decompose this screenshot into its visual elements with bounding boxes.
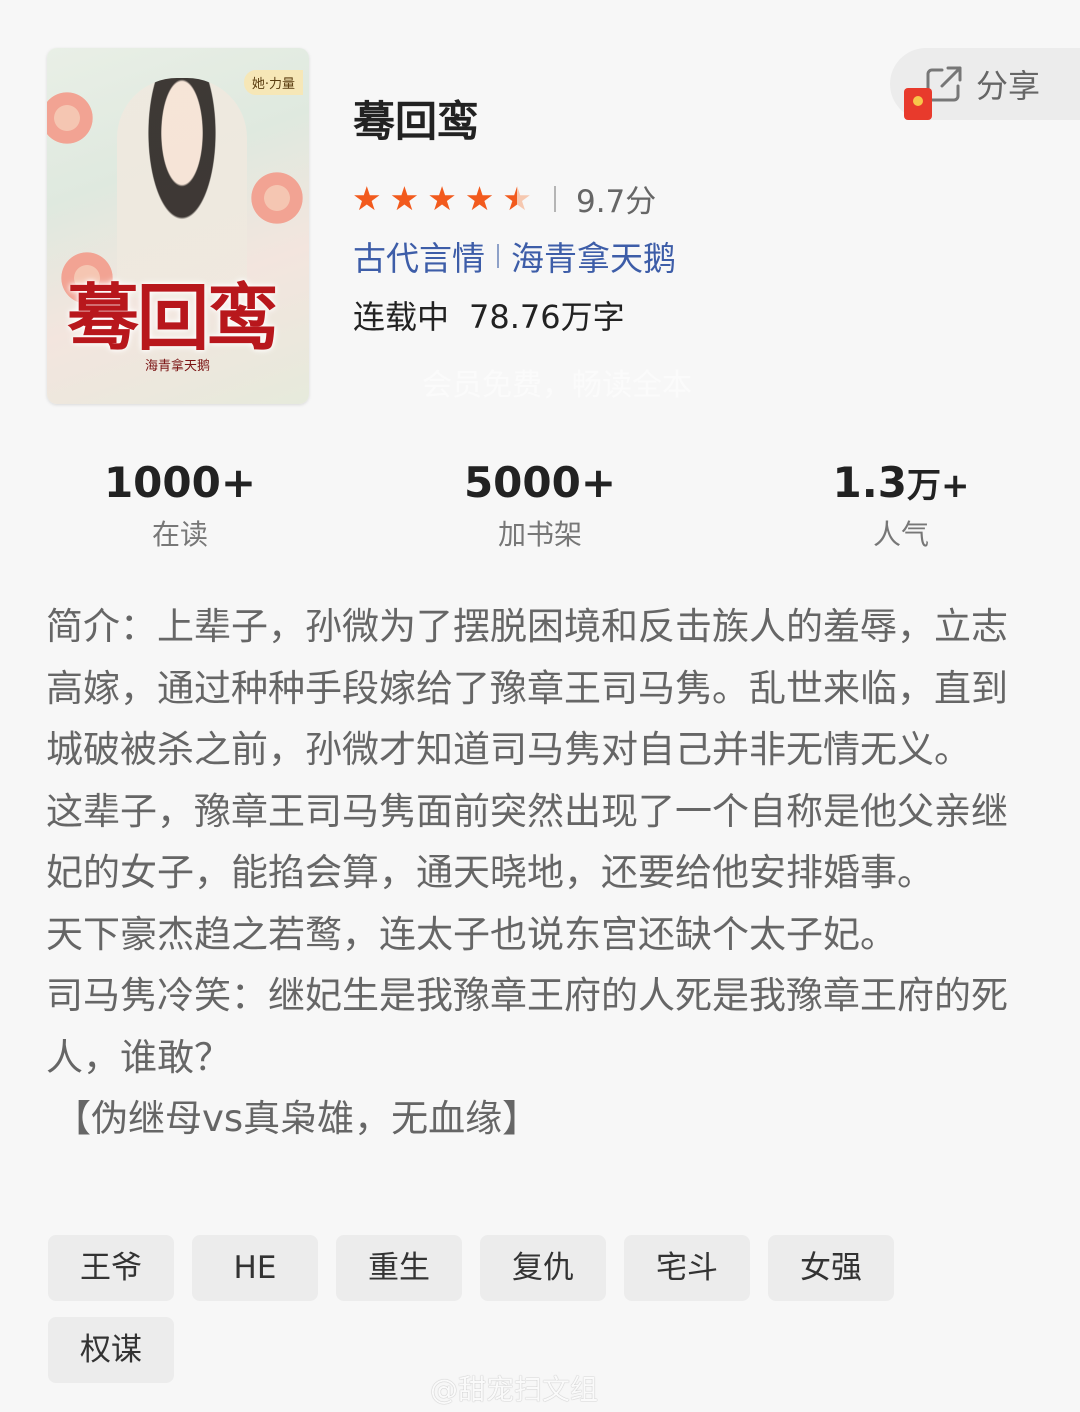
synopsis-paragraph: 天下豪杰趋之若鹜，连太子也说东宫还缺个太子妃。 (46, 912, 897, 956)
watermark: @甜宠扫文组 (430, 1373, 599, 1406)
vip-note: 会员免费，畅读全本 (422, 368, 692, 403)
synopsis[interactable]: 简介：上辈子，孙微为了摆脱困境和反击族人的羞辱，立志高嫁，通过种种手段嫁给了豫章… (46, 596, 1040, 1150)
cover-badge: 她·力量 (243, 70, 303, 95)
cover-flower (47, 88, 97, 148)
tag-item[interactable]: 复仇 (480, 1235, 606, 1301)
status-row: 连载中 78.76万字 (353, 292, 625, 338)
stat-label: 在读 (151, 518, 208, 551)
tag-item[interactable]: 权谋 (48, 1317, 174, 1383)
author-link[interactable]: 海青拿天鹅 (511, 232, 676, 280)
tag-item[interactable]: 女强 (768, 1235, 894, 1301)
stat-popularity: 1.3万+ 人气 (781, 458, 1021, 553)
cover-title: 蓦回鸾 (67, 275, 279, 360)
cover-author: 海青拿天鹅 (145, 359, 211, 374)
stat-bookshelf: 5000+ 加书架 (420, 458, 660, 553)
synopsis-paragraph: 简介：上辈子，孙微为了摆脱困境和反击族人的羞辱，立志高嫁，通过种种手段嫁给了豫章… (46, 605, 1008, 771)
genre-link[interactable]: 古代言情 (353, 232, 485, 280)
book-title: 蓦回鸾 (353, 97, 480, 146)
synopsis-paragraph: 【伪继母vs真枭雄，无血缘】 (54, 1097, 540, 1140)
divider (497, 244, 499, 268)
rating-stars: ★ ★ ★ ★ ★ (352, 178, 532, 218)
stat-value: 1.3万+ (781, 458, 1021, 507)
stat-value: 1000+ (103, 458, 257, 507)
rating-score: 9.7分 (575, 184, 657, 220)
rating-row: ★ ★ ★ ★ ★ 9.7分 (352, 176, 656, 221)
synopsis-paragraph: 司马隽冷笑：继妃生是我豫章王府的人死是我豫章王府的死人，谁敢？ (46, 974, 1008, 1079)
stat-label: 加书架 (497, 518, 582, 551)
genre-row: 古代言情 海青拿天鹅 (353, 232, 676, 280)
stat-value-number: 1.3 (832, 458, 907, 507)
tag-item[interactable]: 宅斗 (624, 1235, 750, 1301)
stat-value-unit: 万+ (906, 466, 970, 506)
red-packet-icon[interactable] (904, 88, 932, 120)
tag-item[interactable]: 王爷 (48, 1235, 174, 1301)
book-cover[interactable]: 她·力量 蓦回鸾 海青拿天鹅 (47, 48, 309, 404)
word-count: 78.76万字 (469, 298, 625, 336)
stat-reading: 1000+ 在读 (60, 458, 300, 553)
tag-item[interactable]: 重生 (336, 1235, 462, 1301)
divider (553, 185, 556, 212)
stat-label: 人气 (872, 518, 929, 551)
tag-item[interactable]: HE (192, 1235, 318, 1301)
share-label: 分享 (976, 67, 1041, 105)
star-icon: ★ (427, 178, 457, 218)
serial-status: 连载中 (353, 298, 450, 336)
cover-flower (247, 168, 307, 228)
star-icon: ★ (464, 178, 495, 218)
star-icon: ★ (502, 178, 532, 218)
star-icon: ★ (352, 178, 382, 218)
stat-value: 5000+ (463, 458, 617, 507)
star-icon: ★ (389, 178, 420, 218)
synopsis-paragraph: 这辈子，豫章王司马隽面前突然出现了一个自称是他父亲继妃的女子，能掐会算，通天晓地… (46, 789, 1008, 895)
